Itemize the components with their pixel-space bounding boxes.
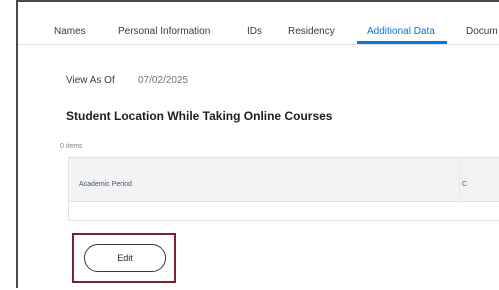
items-count: 0 items — [60, 143, 83, 150]
edit-button[interactable]: Edit — [84, 244, 166, 272]
tab-documents[interactable]: Docum — [466, 26, 498, 37]
view-as-of-date: 07/02/2025 — [138, 75, 189, 86]
column-header-academic-period[interactable]: Academic Period — [79, 181, 132, 188]
tab-residency[interactable]: Residency — [288, 26, 335, 37]
edit-highlight-box: Edit — [72, 233, 176, 283]
tab-personal-information[interactable]: Personal Information — [118, 26, 210, 37]
tab-names[interactable]: Names — [54, 26, 86, 37]
tab-bar: Names Personal Information IDs Residency… — [18, 2, 499, 45]
view-as-of-label: View As Of — [66, 75, 115, 86]
table-header-row: Academic Period C — [69, 158, 499, 202]
tab-additional-data[interactable]: Additional Data — [367, 26, 435, 37]
content-area: View As Of 07/02/2025 Student Location W… — [50, 45, 499, 290]
active-tab-indicator — [357, 41, 447, 44]
tab-ids[interactable]: IDs — [247, 26, 262, 37]
section-title: Student Location While Taking Online Cou… — [66, 109, 333, 123]
column-divider — [459, 158, 460, 202]
location-table: Academic Period C — [68, 157, 499, 221]
main-frame: Names Personal Information IDs Residency… — [16, 0, 499, 290]
column-header-truncated[interactable]: C — [462, 181, 467, 188]
